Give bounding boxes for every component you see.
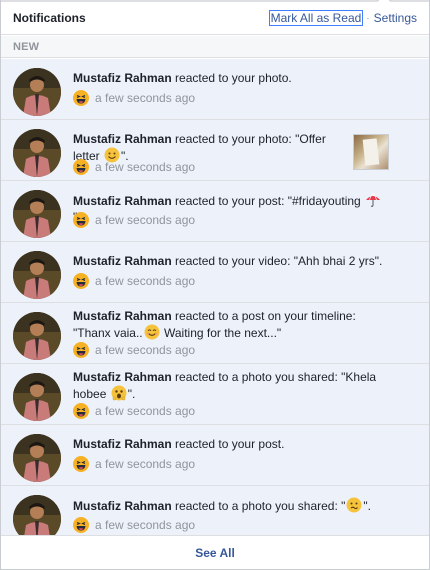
actor-name[interactable]: Mustafiz Rahman [73,71,172,85]
photo-thumbnail[interactable] [353,134,389,170]
haha-reaction-icon [73,403,89,419]
actor-name[interactable]: Mustafiz Rahman [73,132,172,146]
notification-message: reacted to your post: "#fridayouting [171,194,365,208]
timestamp: a few seconds ago [95,343,196,357]
notification-text: Mustafiz Rahman reacted to a photo you s… [73,369,389,402]
section-label-new: NEW [1,36,429,58]
notification-meta: a few seconds ago [73,159,195,175]
actor-name[interactable]: Mustafiz Rahman [73,254,172,268]
notifications-footer: See All [1,535,429,569]
notification-item[interactable]: Mustafiz Rahman reacted to your post: "#… [1,181,429,242]
umbrella-emoji-icon [366,193,381,207]
notification-text: Mustafiz Rahman reacted to your post. [73,436,389,452]
notification-item[interactable]: Mustafiz Rahman reacted to your video: "… [1,242,429,303]
smile-emoji-icon [144,324,160,340]
avatar [13,434,61,482]
avatar [13,129,61,177]
avatar [13,312,61,360]
notification-item[interactable]: Mustafiz Rahman reacted to your photo. a… [1,59,429,120]
actor-name[interactable]: Mustafiz Rahman [73,437,172,451]
notification-message: reacted to your video: "Ahh bhai 2 yrs". [171,254,383,268]
avatar [13,251,61,299]
notification-message: reacted to a photo you shared: " [171,499,346,513]
notification-text: Mustafiz Rahman reacted to your photo. [73,70,389,86]
timestamp: a few seconds ago [95,404,196,418]
header-separator: · [366,12,370,24]
notification-meta: a few seconds ago [73,342,195,358]
notification-text: Mustafiz Rahman reacted to your video: "… [73,253,389,269]
avatar [13,190,61,238]
notification-item[interactable]: Mustafiz Rahman reacted to your photo: "… [1,120,429,181]
confused-emoji-icon [346,497,362,513]
haha-reaction-icon [73,90,89,106]
timestamp: a few seconds ago [95,457,196,471]
timestamp: a few seconds ago [95,160,196,174]
actor-name[interactable]: Mustafiz Rahman [73,499,172,513]
notification-message-end: ". [363,499,371,513]
timestamp: a few seconds ago [95,518,196,532]
header-links: Mark All as Read · Settings [268,10,417,26]
timestamp: a few seconds ago [95,91,196,105]
notification-meta: a few seconds ago [73,273,195,289]
actor-name[interactable]: Mustafiz Rahman [73,370,172,384]
notifications-header: Notifications Mark All as Read · Setting… [1,2,429,35]
notification-meta: a few seconds ago [73,212,195,228]
notification-item[interactable]: Mustafiz Rahman reacted to a post on you… [1,303,429,364]
notification-meta: a few seconds ago [73,456,195,472]
avatar [13,495,61,536]
notifications-list: Mustafiz Rahman reacted to your photo. a… [1,59,429,536]
actor-name[interactable]: Mustafiz Rahman [73,309,172,323]
notification-meta: a few seconds ago [73,403,195,419]
see-all-link[interactable]: See All [195,546,235,560]
notification-meta: a few seconds ago [73,90,195,106]
notification-item[interactable]: Mustafiz Rahman reacted to your post. a … [1,425,429,486]
settings-link[interactable]: Settings [374,11,417,25]
notification-meta: a few seconds ago [73,517,195,533]
fearful-emoji-icon [111,385,127,401]
notification-text: Mustafiz Rahman reacted to a post on you… [73,308,389,341]
notifications-panel: Notifications Mark All as Read · Setting… [0,0,430,570]
haha-reaction-icon [73,212,89,228]
notifications-title: Notifications [13,11,86,25]
actor-name[interactable]: Mustafiz Rahman [73,194,172,208]
notification-message: reacted to your photo. [171,71,292,85]
notification-message-end: Waiting for the next..." [160,326,282,340]
mark-all-read-link[interactable]: Mark All as Read [268,10,364,26]
notification-message-end: ". [127,387,136,401]
haha-reaction-icon [73,342,89,358]
notification-item[interactable]: Mustafiz Rahman reacted to a photo you s… [1,364,429,425]
timestamp: a few seconds ago [95,274,196,288]
notification-text: Mustafiz Rahman reacted to a photo you s… [73,497,389,514]
haha-reaction-icon [73,517,89,533]
avatar [13,373,61,421]
timestamp: a few seconds ago [95,213,196,227]
notification-message: reacted to your post. [171,437,285,451]
haha-reaction-icon [73,159,89,175]
avatar [13,68,61,116]
notification-item[interactable]: Mustafiz Rahman reacted to a photo you s… [1,486,429,536]
haha-reaction-icon [73,273,89,289]
haha-reaction-icon [73,456,89,472]
